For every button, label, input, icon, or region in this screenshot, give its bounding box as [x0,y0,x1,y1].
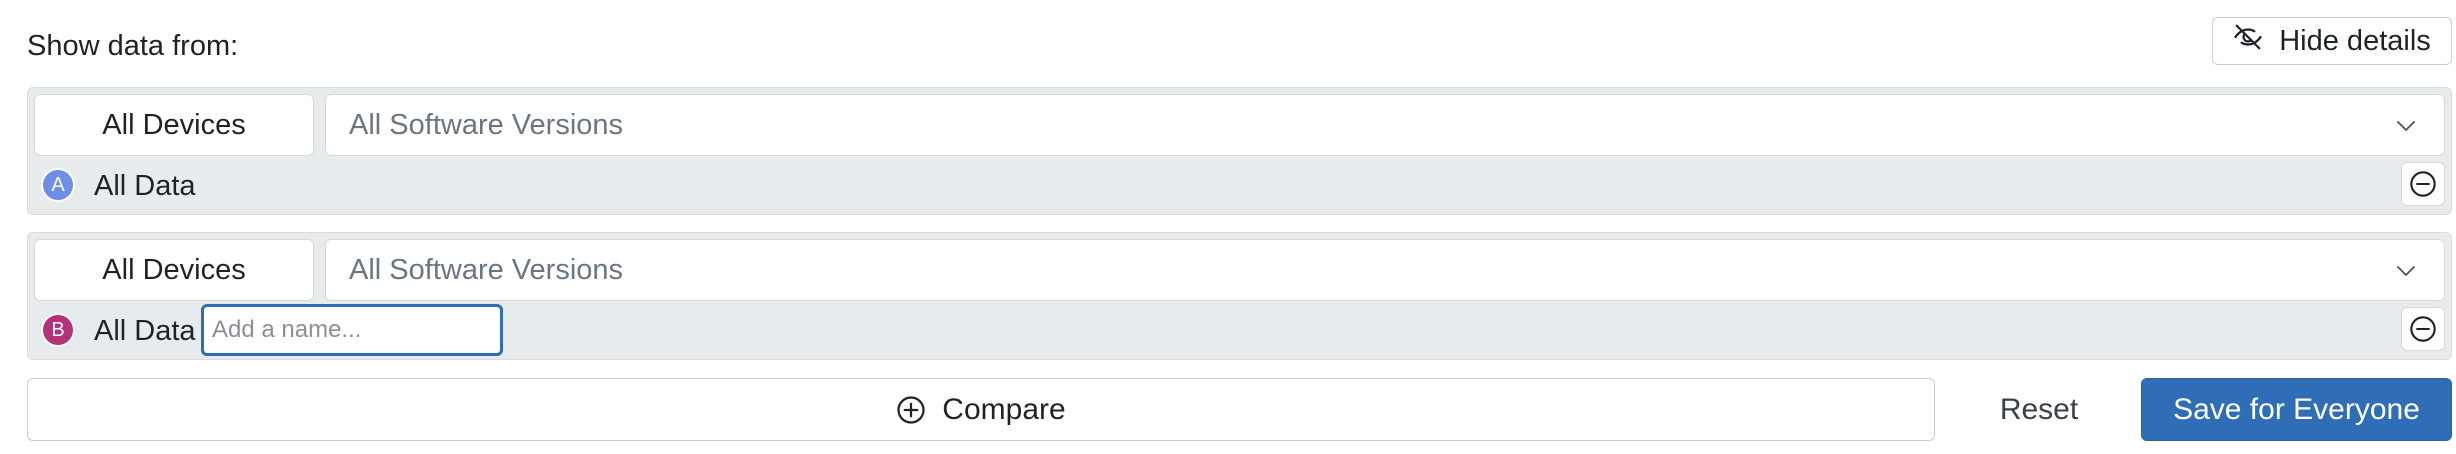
software-version-select-b[interactable]: All Software Versions [325,239,2445,301]
device-selector-b[interactable]: All Devices [34,239,314,301]
series-name-input-b[interactable] [201,304,503,356]
remove-series-button-b[interactable] [2401,307,2445,351]
series-row-b: All Devices All Software Versions B All … [27,232,2452,360]
series-badge-b: B [41,313,75,347]
series-label-b: All Data [94,315,196,347]
software-version-select-a[interactable]: All Software Versions [325,94,2445,156]
plus-circle-icon [897,395,925,424]
hide-details-label: Hide details [2279,24,2431,57]
software-version-value-a: All Software Versions [349,108,624,141]
minus-circle-icon [2410,171,2436,197]
series-row-a: All Devices All Software Versions A All … [27,87,2452,215]
show-data-label: Show data from: [27,30,239,62]
chevron-down-icon [2397,266,2415,276]
compare-label: Compare [942,392,1066,426]
show-data-panel: Show data from: Hide details All Devices… [0,0,2456,454]
hide-details-button[interactable]: Hide details [2212,17,2452,65]
compare-button[interactable]: Compare [27,378,1935,441]
series-label-a[interactable]: All Data [94,166,196,206]
minus-circle-icon [2410,316,2436,342]
save-for-everyone-button[interactable]: Save for Everyone [2141,378,2452,441]
device-selector-a[interactable]: All Devices [34,94,314,156]
reset-button[interactable]: Reset [1975,380,2103,440]
software-version-value-b: All Software Versions [349,253,624,286]
remove-series-button-a[interactable] [2401,162,2445,206]
chevron-down-icon [2397,121,2415,131]
eye-off-icon [2233,22,2263,60]
series-badge-a: A [41,168,75,202]
